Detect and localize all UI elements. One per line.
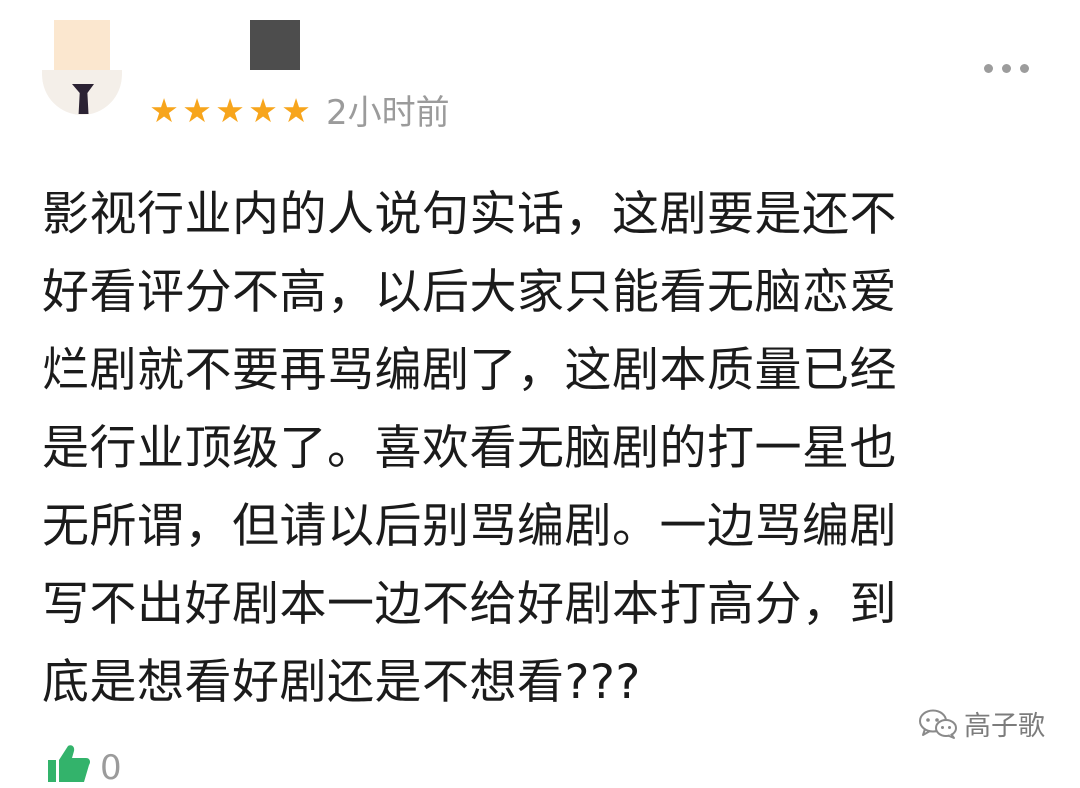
star-icon: ★ [182,91,212,130]
watermark-label: 高子歌 [964,711,1045,742]
star-icon: ★ [248,91,278,130]
review-body: 影视行业内的人说句实话，这剧要是还不 好看评分不高，以后大家只能看无脑恋爱 烂剧… [42,176,1042,722]
like-count: 0 [100,748,122,788]
rating-stars: ★ ★ ★ ★ ★ [148,92,312,130]
username-redacted [250,20,300,70]
review-line: 影视行业内的人说句实话，这剧要是还不 [42,187,897,242]
post-time: 2小时前 [326,93,450,133]
review-line: 无所谓，但请以后别骂编剧。一边骂编剧 [42,499,897,554]
more-options-icon[interactable] [984,64,1029,73]
user-avatar[interactable] [42,20,122,115]
more-dot [1002,64,1011,73]
more-dot [984,64,993,73]
review-line: 好看评分不高，以后大家只能看无脑恋爱 [42,265,897,320]
wechat-icon [919,709,957,739]
thumbs-up-icon[interactable] [44,742,92,782]
more-dot [1020,64,1029,73]
star-icon: ★ [281,91,311,130]
watermark: 高子歌 [918,704,1045,743]
review-line: 底是想看好剧还是不想看??? [42,655,641,710]
review-line: 写不出好剧本一边不给好剧本打高分，到 [42,577,897,632]
star-icon: ★ [215,91,245,130]
review-line: 是行业顶级了。喜欢看无脑剧的打一星也 [42,421,897,476]
review-line: 烂剧就不要再骂编剧了，这剧本质量已经 [42,343,897,398]
star-icon: ★ [149,91,179,130]
